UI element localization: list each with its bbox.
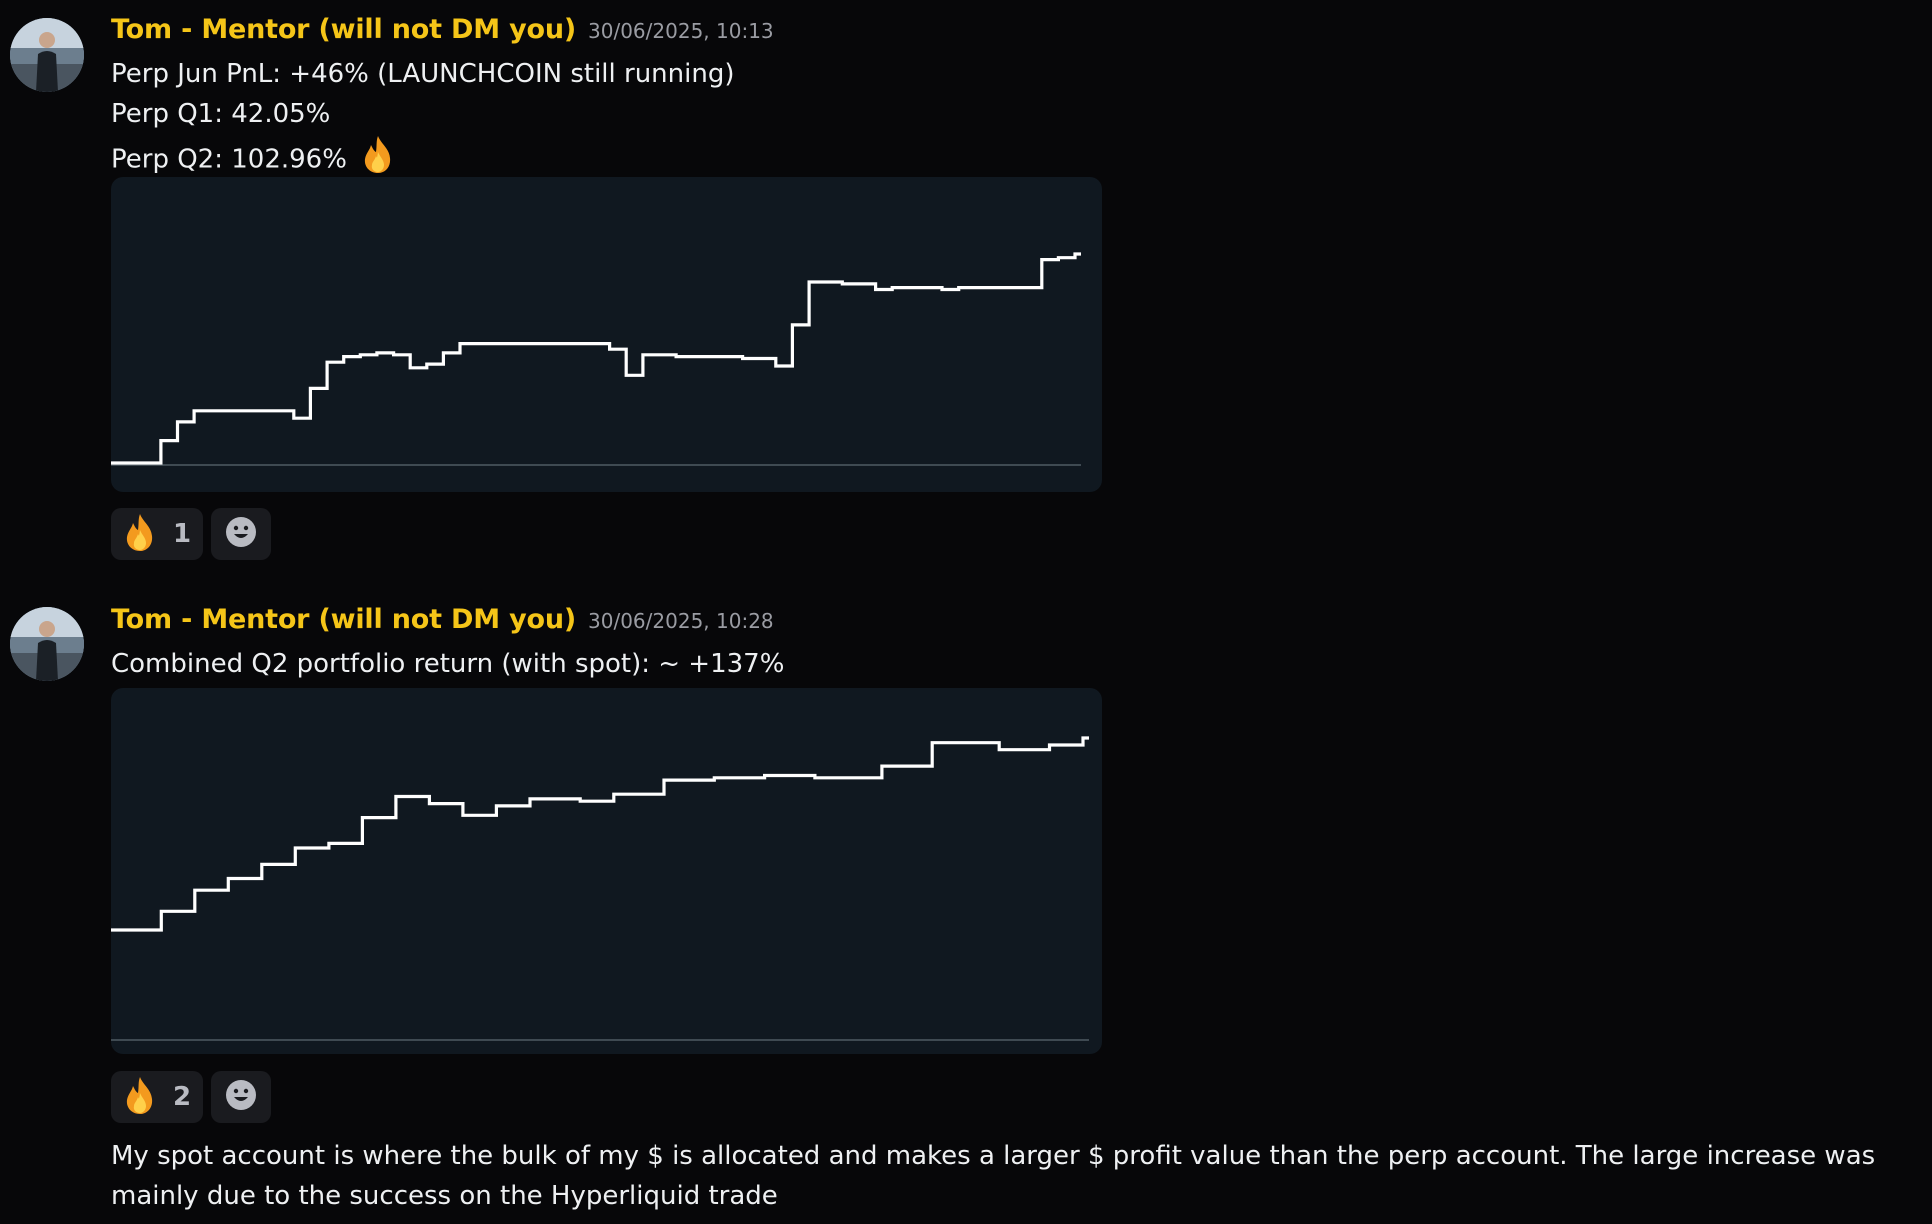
message-line: Combined Q2 portfolio return (with spot)… <box>111 649 785 679</box>
author-avatar[interactable] <box>10 18 84 92</box>
chart-series-line <box>111 736 1089 932</box>
reaction-fire[interactable]: 1 <box>111 508 203 560</box>
chart-1-svg <box>111 252 1081 466</box>
fire-emoji <box>121 1075 159 1119</box>
message-line-text: Perp Q2: 102.96% <box>111 144 347 175</box>
chart-combined-q2[interactable] <box>111 688 1102 1054</box>
chart-perp-pnl[interactable] <box>111 177 1102 492</box>
message-line: Perp Q1: 42.05% <box>111 99 331 129</box>
followup-message-text: My spot account is where the bulk of my … <box>111 1141 1876 1211</box>
author-avatar[interactable] <box>10 607 84 681</box>
smiley-icon <box>225 516 257 552</box>
reaction-count: 1 <box>173 519 192 549</box>
message-line: Perp Jun PnL: +46% (LAUNCHCOIN still run… <box>111 59 735 89</box>
reaction-count: 2 <box>173 1082 192 1112</box>
author-name[interactable]: Tom - Mentor (will not DM you) <box>111 14 576 45</box>
add-reaction-button[interactable] <box>211 508 271 560</box>
add-reaction-button[interactable] <box>211 1071 271 1123</box>
author-name[interactable]: Tom - Mentor (will not DM you) <box>111 604 576 635</box>
chart-2-svg <box>111 736 1089 1041</box>
reaction-fire[interactable]: 2 <box>111 1071 203 1123</box>
fire-emoji <box>121 512 159 556</box>
message-timestamp: 30/06/2025, 10:13 <box>588 19 774 43</box>
smiley-icon <box>225 1079 257 1115</box>
message-timestamp: 30/06/2025, 10:28 <box>588 609 774 633</box>
chart-series-line <box>111 252 1081 465</box>
